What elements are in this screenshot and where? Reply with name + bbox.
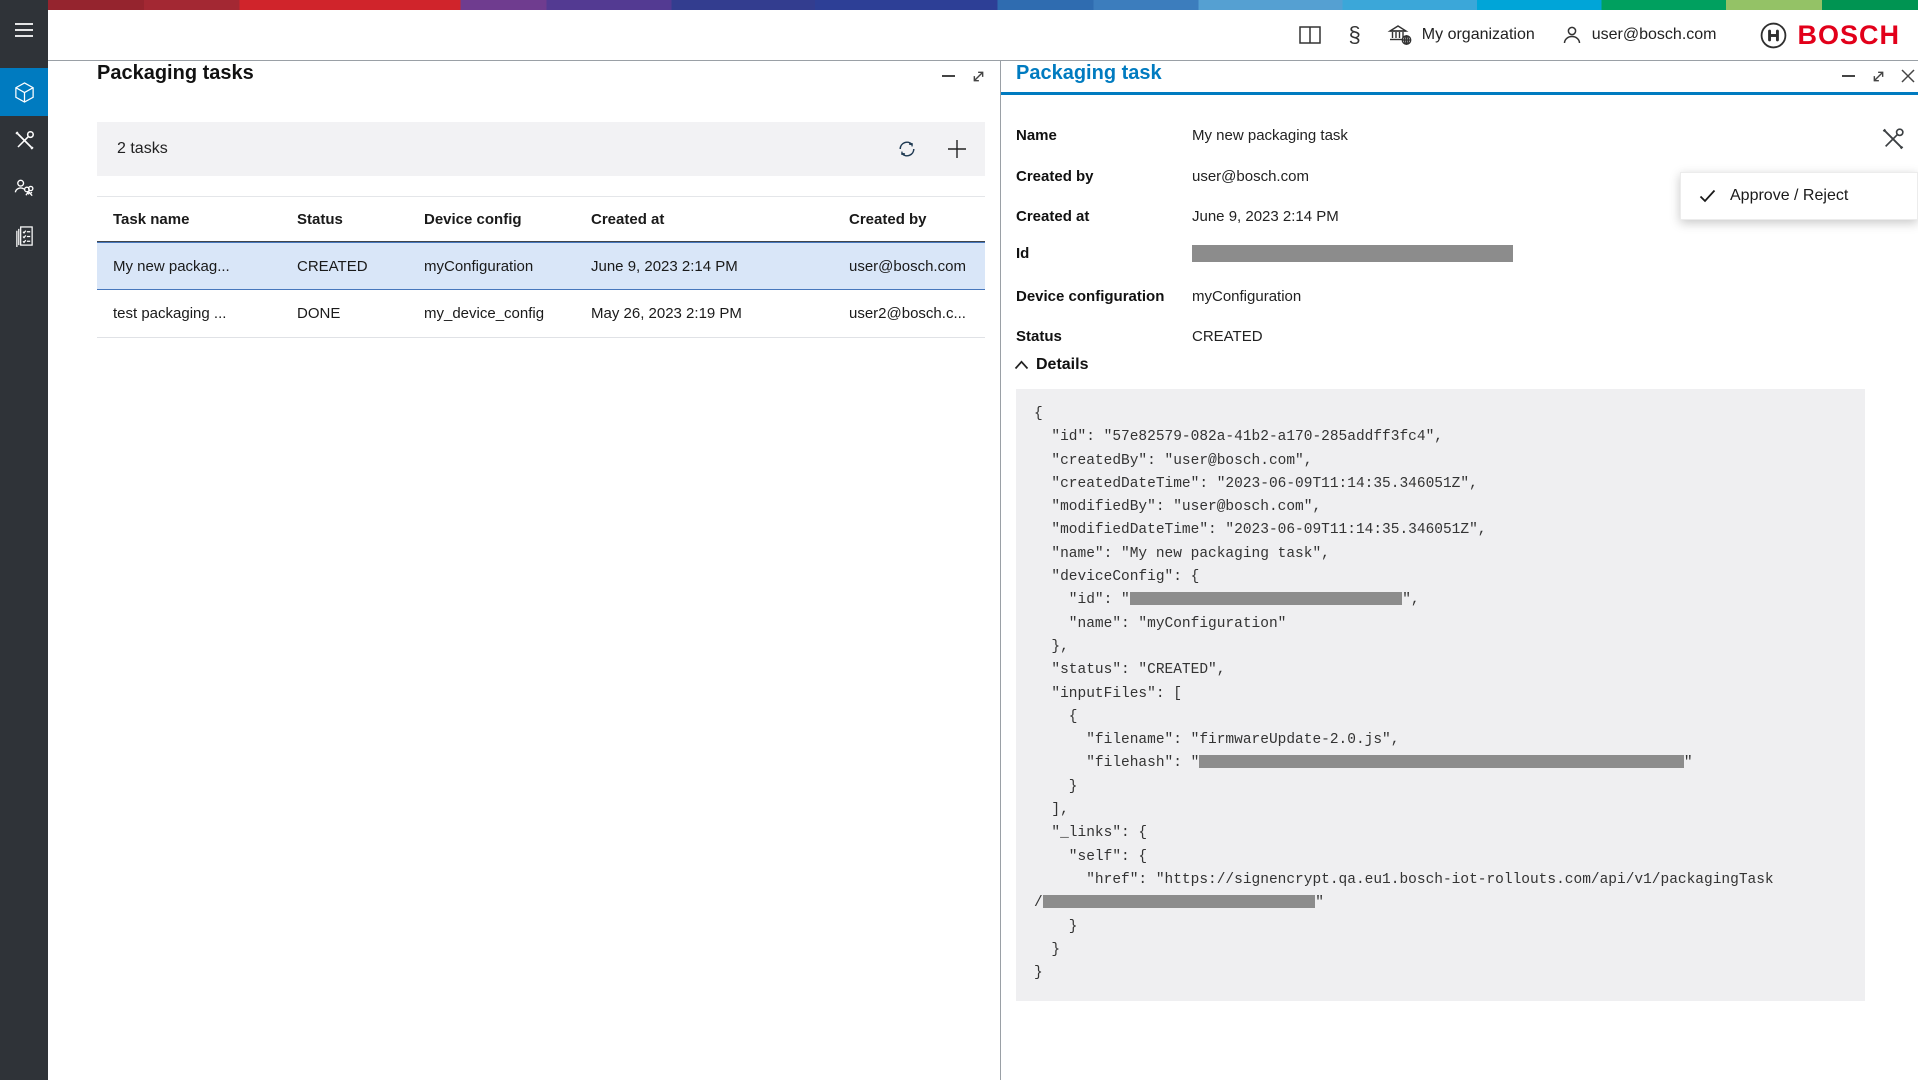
table-cell: June 9, 2023 2:14 PM — [575, 258, 833, 275]
bosch-anchor-icon — [1760, 22, 1787, 49]
legal-button[interactable]: § — [1349, 22, 1361, 48]
task-count: 2 tasks — [117, 140, 168, 158]
sidebar-item-documents[interactable] — [0, 212, 48, 260]
redacted-segment — [1130, 592, 1403, 605]
person-keys-icon — [13, 177, 36, 200]
detail-panel-title: Packaging task — [1016, 62, 1162, 85]
chevron-up-icon — [1014, 360, 1029, 370]
tasks-panel-title: Packaging tasks — [97, 62, 254, 85]
field-label: Created at — [1016, 208, 1192, 225]
column-header: Created at — [575, 211, 833, 228]
table-cell: My new packag... — [97, 258, 281, 275]
redacted-segment — [1043, 895, 1316, 908]
field-row: StatusCREATED — [1016, 328, 1263, 345]
table-cell: user@bosch.com — [833, 258, 985, 275]
detail-expand-button[interactable] — [1868, 66, 1888, 86]
header-divider — [48, 60, 1918, 61]
tasks-toolbar: 2 tasks — [97, 122, 985, 176]
field-row: Created atJune 9, 2023 2:14 PM — [1016, 208, 1339, 225]
detail-accent-line — [1001, 92, 1918, 95]
details-toggle[interactable]: Details — [1014, 356, 1088, 374]
sidebar-item-access[interactable] — [0, 164, 48, 212]
checklist-icon — [14, 225, 35, 248]
table-cell: my_device_config — [408, 305, 575, 322]
minimize-icon — [942, 75, 955, 77]
table-cell: CREATED — [281, 258, 408, 275]
menu-item-approve-reject[interactable]: Approve / Reject — [1681, 173, 1917, 219]
minimize-icon — [1842, 75, 1855, 77]
field-value: June 9, 2023 2:14 PM — [1192, 208, 1339, 225]
tools-icon — [1880, 126, 1906, 152]
field-row: Created byuser@bosch.com — [1016, 168, 1309, 185]
field-label: Device configuration — [1016, 288, 1192, 305]
redacted-value — [1192, 245, 1513, 266]
top-bar: § My organization — [0, 10, 1918, 60]
expand-icon — [970, 68, 987, 85]
tasks-table: Task nameStatusDevice configCreated atCr… — [97, 196, 985, 338]
user-label: user@bosch.com — [1592, 26, 1717, 44]
field-label: Status — [1016, 328, 1192, 345]
redacted-segment — [1199, 755, 1683, 768]
column-header: Status — [281, 211, 408, 228]
table-cell: myConfiguration — [408, 258, 575, 275]
refresh-button[interactable] — [893, 135, 921, 163]
expand-icon — [1870, 68, 1887, 85]
detail-close-button[interactable] — [1898, 66, 1918, 86]
plus-icon — [946, 138, 968, 160]
tasks-minimize-button[interactable] — [938, 66, 958, 86]
field-row: NameMy new packaging task — [1016, 127, 1348, 144]
check-icon — [1699, 189, 1716, 203]
column-header: Device config — [408, 211, 575, 228]
paragraph-icon: § — [1349, 22, 1361, 48]
field-value: CREATED — [1192, 328, 1263, 345]
user-button[interactable]: user@bosch.com — [1561, 24, 1717, 46]
table-cell: user2@bosch.c... — [833, 305, 985, 322]
bosch-logo: BOSCH — [1760, 20, 1900, 51]
field-label: Name — [1016, 127, 1192, 144]
detail-minimize-button[interactable] — [1838, 66, 1858, 86]
column-header: Task name — [97, 211, 281, 228]
table-cell: May 26, 2023 2:19 PM — [575, 305, 833, 322]
panel-divider — [1000, 60, 1001, 1080]
field-value: user@bosch.com — [1192, 168, 1309, 185]
sidebar — [0, 0, 48, 1080]
split-view-button[interactable] — [1297, 22, 1323, 48]
sidebar-item-packaging[interactable] — [0, 68, 48, 116]
sidebar-item-tools[interactable] — [0, 116, 48, 164]
menu-toggle-button[interactable] — [0, 6, 48, 54]
close-icon — [1900, 68, 1916, 84]
table-cell: DONE — [281, 305, 408, 322]
organization-button[interactable]: My organization — [1387, 23, 1535, 47]
split-view-icon — [1298, 24, 1322, 46]
task-json: { "id": "57e82579-082a-41b2-a170-285addf… — [1016, 389, 1865, 999]
code-block: { "id": "57e82579-082a-41b2-a170-285addf… — [1016, 389, 1865, 1001]
organization-icon — [1387, 23, 1413, 47]
tools-icon — [13, 129, 36, 152]
field-row: Id — [1016, 245, 1513, 266]
task-actions-button[interactable] — [1878, 124, 1908, 154]
field-label: Created by — [1016, 168, 1192, 185]
refresh-icon — [895, 137, 919, 161]
field-value: myConfiguration — [1192, 288, 1301, 305]
user-icon — [1561, 24, 1583, 46]
table-cell: test packaging ... — [97, 305, 281, 322]
bosch-wordmark: BOSCH — [1797, 20, 1900, 51]
add-task-button[interactable] — [943, 135, 971, 163]
tasks-expand-button[interactable] — [968, 66, 988, 86]
column-header: Created by — [833, 211, 985, 228]
field-value: My new packaging task — [1192, 127, 1348, 144]
details-label: Details — [1036, 356, 1088, 374]
field-row: Device configurationmyConfiguration — [1016, 288, 1301, 305]
hamburger-icon — [14, 22, 34, 38]
bosch-supergraphic — [0, 0, 1918, 10]
table-row[interactable]: My new packag...CREATEDmyConfigurationJu… — [97, 242, 985, 290]
action-menu: Approve / Reject — [1680, 172, 1918, 220]
table-row[interactable]: test packaging ...DONEmy_device_configMa… — [97, 290, 985, 338]
field-label: Id — [1016, 245, 1192, 266]
cube-icon — [13, 81, 36, 104]
table-header-row: Task nameStatusDevice configCreated atCr… — [97, 196, 985, 242]
organization-label: My organization — [1422, 26, 1535, 44]
menu-item-label: Approve / Reject — [1730, 187, 1848, 205]
